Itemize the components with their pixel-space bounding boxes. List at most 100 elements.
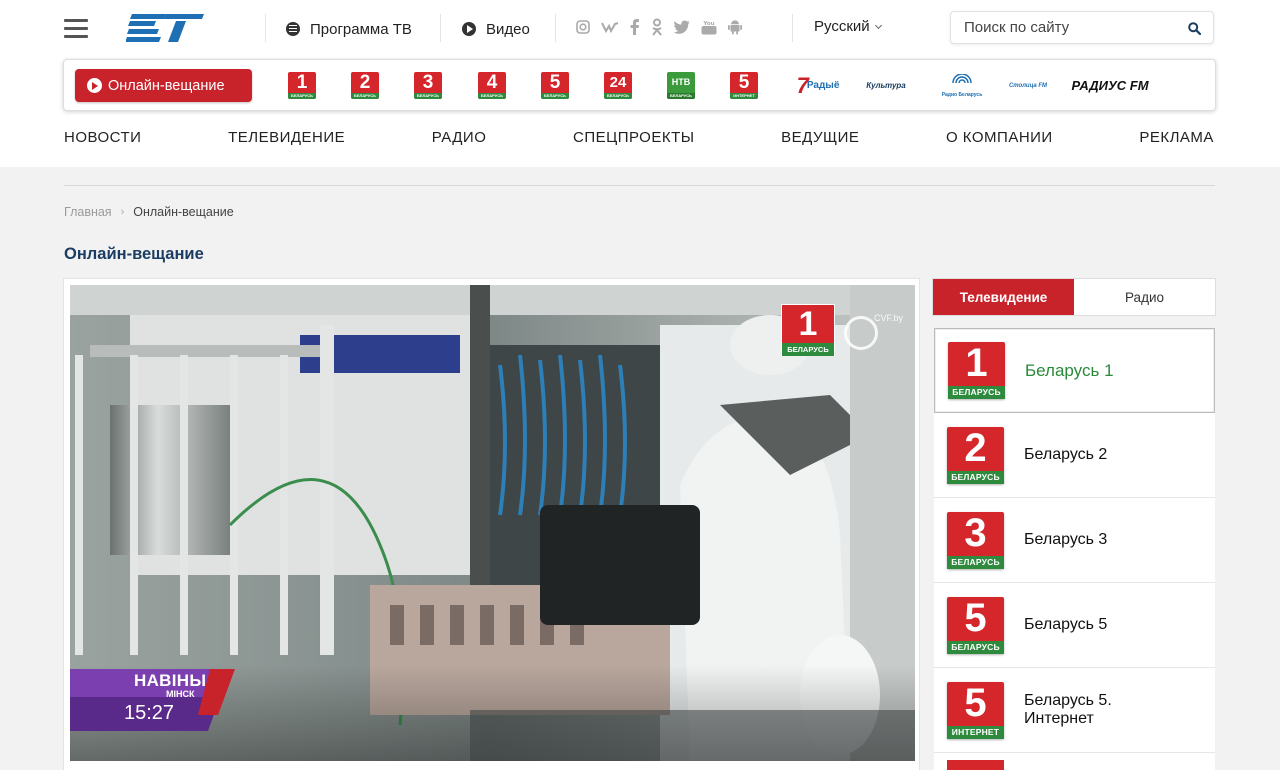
site-logo[interactable] [126, 12, 204, 46]
channel-number: 1 [296, 72, 308, 93]
menu-icon[interactable] [64, 19, 88, 39]
channel-name: Беларусь 3 [1024, 531, 1108, 548]
radio-logo-radio-belarus[interactable]: Радио Беларусь [941, 72, 983, 99]
odnoklassniki-icon[interactable] [651, 18, 663, 36]
radio-logo-stolitsa-fm[interactable]: Столица FM [1008, 72, 1048, 99]
radio-logo-radius-fm[interactable]: РАДИУС FM [1071, 72, 1148, 99]
header-divider [555, 14, 556, 42]
channel-name: Беларусь 2 [1024, 446, 1108, 463]
twitter-icon[interactable] [674, 18, 690, 36]
channel-number: 1 [965, 341, 988, 385]
vk-icon[interactable] [601, 18, 619, 36]
tv-program-label: Программа ТВ [310, 20, 412, 38]
nav-television[interactable]: ТЕЛЕВИДЕНИЕ [228, 129, 345, 146]
channel-bug: 1 БЕЛАРУСЬ [781, 304, 835, 356]
content-divider [64, 185, 1215, 186]
play-icon [87, 78, 102, 93]
nav-hosts[interactable]: ВЕДУЩИЕ [781, 129, 859, 146]
channel-item-belarus-2[interactable]: 2 БЕЛАРУСЬ Беларусь 2 [934, 413, 1215, 498]
svg-text:You: You [702, 21, 714, 27]
list-icon [286, 22, 300, 36]
language-select[interactable]: Русский [814, 18, 882, 35]
radio-logo-text: Радыё [806, 80, 840, 91]
news-clock: 15:27 [124, 702, 175, 724]
channel-logo-belarus-3[interactable]: 3 БЕЛАРУСЬ [414, 72, 442, 99]
channel-logo-belarus-2[interactable]: 2 БЕЛАРУСЬ [351, 72, 379, 99]
channel-sub: БЕЛАРУСЬ [947, 640, 1004, 654]
channel-logo [947, 760, 1004, 770]
nav-news[interactable]: НОВОСТИ [64, 129, 141, 146]
tab-television[interactable]: Телевидение [933, 279, 1074, 315]
search-input[interactable] [951, 19, 1179, 36]
breadcrumb-separator: › [120, 206, 125, 218]
channel-sub: БЕЛАРУСЬ [948, 386, 1005, 399]
social-links: You [576, 18, 753, 36]
page-title: Онлайн-вещание [64, 245, 204, 263]
radio-logo-text: Столица FM [1008, 82, 1048, 89]
header-divider [265, 14, 266, 42]
channel-bug-number: 1 [798, 305, 818, 343]
channel-name: Беларусь 5. Интернет [1024, 692, 1112, 727]
play-icon [462, 22, 476, 36]
channel-bug-sub: БЕЛАРУСЬ [782, 343, 834, 356]
channel-sub: БЕЛАРУСЬ [947, 555, 1004, 569]
tab-radio[interactable]: Радио [1074, 279, 1215, 315]
video-player[interactable]: 1 БЕЛАРУСЬ CVF.by НАВІНЫ МІНСК 15:27 [70, 285, 915, 761]
watermark-icon [844, 316, 878, 350]
channel-logo: 5 ИНТЕРНЕТ [947, 681, 1004, 739]
channel-logo-belarus-5[interactable]: 5 БЕЛАРУСЬ [541, 72, 569, 99]
channel-number: 3 [422, 72, 434, 93]
online-broadcast-button[interactable]: Онлайн-вещание [75, 69, 252, 102]
channel-item-belarus-1[interactable]: 1 БЕЛАРУСЬ Беларусь 1 [934, 328, 1215, 413]
radio-logo-radyjo[interactable]: 7 Радыё [791, 72, 845, 99]
channel-item-belarus-5-internet[interactable]: 5 ИНТЕРНЕТ Беларусь 5. Интернет [934, 668, 1215, 753]
radio-logo-text: РАДИУС FM [1071, 78, 1149, 93]
channel-list: 1 БЕЛАРУСЬ Беларусь 1 2 БЕЛАРУСЬ Беларусь … [934, 328, 1215, 770]
radio-logo-text: Радио Беларусь [941, 91, 983, 98]
channel-logo: 2 БЕЛАРУСЬ [947, 425, 1004, 484]
channel-logo-belarus-1[interactable]: 1 БЕЛАРУСЬ [288, 72, 316, 99]
video-player-card: 1 БЕЛАРУСЬ CVF.by НАВІНЫ МІНСК 15:27 [63, 278, 920, 770]
radio-logo-kultura[interactable]: Культура [858, 72, 914, 99]
watermark-text: CVF.by [874, 313, 904, 323]
channel-sub: БЕЛАРУСЬ [604, 93, 632, 99]
channel-item-belarus-3[interactable]: 3 БЕЛАРУСЬ Беларусь 3 [934, 498, 1215, 583]
breadcrumb: Главная › Онлайн-вещание [64, 205, 234, 219]
channel-sub: БЕЛАРУСЬ [288, 93, 316, 99]
channel-logo-belarus-24[interactable]: 24 БЕЛАРУСЬ [604, 72, 632, 99]
channel-number: 2 [964, 425, 987, 470]
breadcrumb-current: Онлайн-вещание [133, 205, 234, 219]
facebook-icon[interactable] [630, 18, 640, 36]
broadcast-tabs: Телевидение Радио [932, 278, 1216, 316]
channel-logo: 5 БЕЛАРУСЬ [947, 596, 1004, 654]
android-icon[interactable] [728, 18, 742, 36]
channel-sub: ИНТЕРНЕТ [730, 93, 758, 99]
site-header: Программа ТВ Видео You Русский Онлайн-ве… [0, 0, 1280, 167]
header-divider [440, 14, 441, 42]
video-link[interactable]: Видео [462, 19, 530, 39]
channel-sub: БЕЛАРУСЬ [667, 93, 695, 99]
nav-radio[interactable]: РАДИО [432, 129, 487, 146]
nav-advertising[interactable]: РЕКЛАМА [1139, 129, 1214, 146]
channel-item-belarus-5[interactable]: 5 БЕЛАРУСЬ Беларусь 5 [934, 583, 1215, 668]
nav-about-company[interactable]: О КОМПАНИИ [946, 129, 1053, 146]
chevron-down-icon [874, 21, 882, 29]
channel-number: 5 [549, 72, 561, 93]
channel-logo-belarus-5-internet[interactable]: 5 ИНТЕРНЕТ [730, 72, 758, 99]
channel-sub: БЕЛАРУСЬ [414, 93, 442, 99]
search-icon[interactable] [1188, 22, 1201, 35]
channel-sub: БЕЛАРУСЬ [947, 470, 1004, 484]
channel-sub: БЕЛАРУСЬ [351, 93, 379, 99]
channel-sub: БЕЛАРУСЬ [478, 93, 506, 99]
channel-sub: ИНТЕРНЕТ [947, 725, 1004, 739]
channel-number: НТВ [671, 77, 691, 87]
nav-special-projects[interactable]: СПЕЦПРОЕКТЫ [573, 129, 695, 146]
news-title: НАВІНЫ [134, 671, 207, 690]
channel-logo-belarus-4[interactable]: 4 БЕЛАРУСЬ [478, 72, 506, 99]
channel-logo-ntv[interactable]: НТВ БЕЛАРУСЬ [667, 72, 695, 99]
instagram-icon[interactable] [576, 18, 590, 36]
tv-program-link[interactable]: Программа ТВ [286, 19, 412, 39]
youtube-icon[interactable]: You [701, 18, 717, 36]
channel-item-next[interactable] [934, 753, 1215, 770]
breadcrumb-home[interactable]: Главная [64, 205, 112, 219]
